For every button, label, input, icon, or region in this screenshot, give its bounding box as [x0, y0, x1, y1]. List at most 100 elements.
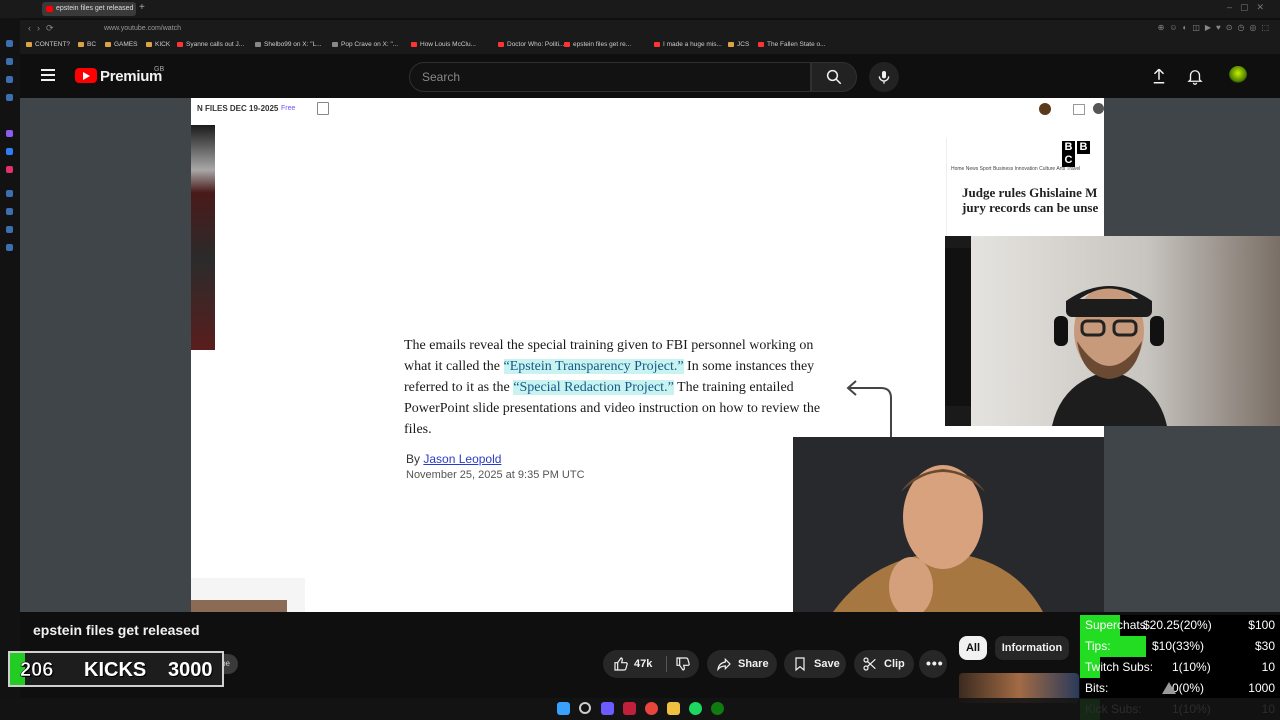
donation-goal: 10 — [1261, 660, 1275, 674]
logo-region: GB — [154, 66, 165, 73]
bookmark-item[interactable]: The Fallen State o... — [758, 41, 826, 48]
more-actions-button[interactable]: ••• — [919, 650, 947, 678]
bookmark-item[interactable]: Pop Crave on X: "... — [332, 41, 398, 48]
bookmark-item[interactable]: BC — [78, 41, 96, 48]
bookmark-icon — [654, 41, 660, 47]
donation-goal: 1000 — [1248, 681, 1275, 695]
instagram-icon[interactable] — [6, 166, 13, 173]
bookmark-item[interactable]: JCS — [728, 41, 749, 48]
dislike-button[interactable] — [667, 650, 699, 678]
bookmark-icon — [795, 657, 805, 672]
scissors-icon — [863, 657, 876, 671]
like-count: 47k — [634, 658, 653, 670]
nav-buttons[interactable]: ‹›⟳ — [28, 23, 60, 34]
browser-sidebar — [0, 18, 20, 720]
article-byline: By Jason Leopold — [406, 452, 501, 466]
search-input[interactable]: Search — [409, 62, 811, 92]
kicks-label: KICKS — [84, 659, 147, 681]
donation-label: Twitch Subs: — [1085, 660, 1154, 674]
clip-button[interactable]: Clip — [854, 650, 914, 678]
clip-label: Clip — [884, 658, 905, 670]
donation-goal-row: Bits: 0(0%) 1000 — [1080, 678, 1280, 699]
youtube-header: Premium GB Search — [20, 54, 1280, 98]
bookmark-item[interactable]: GAMES — [105, 41, 137, 48]
kicks-count: 206 — [20, 659, 54, 682]
file-explorer-icon[interactable] — [667, 702, 680, 715]
search-icon[interactable] — [579, 702, 591, 714]
bookmark-item[interactable]: KICK — [146, 41, 170, 48]
notifications-icon[interactable] — [1186, 67, 1204, 85]
sidebar-app-icon[interactable] — [6, 58, 13, 65]
save-label: Save — [814, 658, 840, 670]
donation-label: Bits: — [1085, 681, 1109, 695]
article-badge: Free — [281, 105, 296, 112]
bookmark-item[interactable]: I made a huge mis... — [654, 41, 722, 48]
window-controls[interactable]: –▢✕ — [1227, 2, 1272, 13]
search-button[interactable] — [811, 62, 857, 92]
bookmark-label: How Louis McClu... — [420, 41, 476, 48]
taskbar — [0, 698, 1280, 720]
sidebar-app-icon[interactable] — [6, 226, 13, 233]
donation-goal-row: Tips: $10(33%) $30 — [1080, 636, 1280, 657]
share-button[interactable]: Share — [707, 650, 777, 678]
voice-search-button[interactable] — [869, 62, 899, 92]
bookmark-item[interactable]: epstein files get re... — [564, 41, 631, 48]
youtube-logo-icon[interactable] — [75, 68, 97, 83]
browser-tab-active[interactable]: epstein files get released — [42, 2, 136, 16]
article-body: The emails reveal the special training g… — [404, 335, 836, 440]
video-player[interactable]: N FILES DEC 19-2025 Free The emails reve… — [20, 98, 1280, 612]
webcam-frame — [945, 248, 971, 406]
bookmark-item[interactable]: Syanne calls out J... — [177, 41, 244, 48]
spotify-icon[interactable] — [689, 702, 702, 715]
presenter-figure — [793, 437, 1104, 612]
article-date: November 25, 2025 at 9:35 PM UTC — [406, 469, 585, 481]
bookmark-item[interactable]: Doctor Who: Politi... — [498, 41, 564, 48]
byline-prefix: By — [406, 452, 421, 466]
browser-icon[interactable] — [623, 702, 636, 715]
bookmark-label: CONTENT? — [35, 41, 71, 48]
messenger-icon[interactable] — [6, 148, 13, 155]
extension-icons[interactable]: ⊕☺◐◫▶♥⊙◷◎⬚ — [1158, 23, 1274, 32]
xbox-icon[interactable] — [711, 702, 724, 715]
bookmark-icon — [255, 41, 261, 47]
bookmark-label: BC — [87, 41, 97, 48]
discord-icon[interactable] — [601, 702, 614, 715]
sidebar-app-icon[interactable] — [6, 130, 13, 137]
chrome-icon[interactable] — [645, 702, 658, 715]
donation-value: 1(10%) — [1172, 660, 1211, 674]
video-title: epstein files get released — [33, 622, 200, 638]
copy-icon — [317, 102, 329, 115]
bbc-nav: Home News Sport Business Innovation Cult… — [951, 166, 1081, 172]
bookmark-item[interactable]: How Louis McClu... — [411, 41, 476, 48]
bookmark-item[interactable]: Shelbo99 on X: "L... — [255, 41, 322, 48]
url-field[interactable]: www.youtube.com/watch — [104, 25, 181, 32]
donation-label: Superchats — [1085, 618, 1146, 632]
browser-tabstrip: epstein files get released + –▢✕ — [0, 0, 1280, 18]
start-icon[interactable] — [557, 702, 570, 715]
save-button[interactable]: Save — [784, 650, 846, 678]
reaction-video-feed — [793, 437, 1104, 612]
account-avatar[interactable] — [1229, 66, 1247, 84]
sidebar-app-icon[interactable] — [6, 76, 13, 83]
donation-value: $20.25(20%) — [1143, 618, 1212, 632]
like-button[interactable]: 47k — [603, 650, 665, 678]
sidebar-app-icon[interactable] — [6, 94, 13, 101]
streamer-figure — [1052, 286, 1167, 426]
chip-information[interactable]: Information — [995, 636, 1069, 660]
upload-icon[interactable] — [1150, 67, 1168, 85]
highlight-epstein-project: “Epstein Transparency Project.” — [503, 359, 684, 374]
chip-all[interactable]: All — [959, 636, 987, 660]
settings-icon[interactable] — [6, 244, 13, 251]
bookmark-item[interactable]: CONTENT? — [26, 41, 70, 48]
new-tab-icon[interactable]: + — [139, 2, 145, 13]
sidebar-app-icon[interactable] — [6, 40, 13, 47]
sidebar-app-icon[interactable] — [6, 190, 13, 197]
sidebar-app-icon[interactable] — [6, 208, 13, 215]
bookmark-icon — [26, 41, 32, 47]
page-toolbar — [1029, 100, 1104, 118]
streamer-webcam — [945, 236, 1280, 426]
logo-text[interactable]: Premium — [100, 68, 162, 85]
microphone-icon — [878, 71, 890, 84]
menu-icon[interactable] — [41, 69, 55, 81]
bookmark-label: Doctor Who: Politi... — [507, 41, 565, 48]
